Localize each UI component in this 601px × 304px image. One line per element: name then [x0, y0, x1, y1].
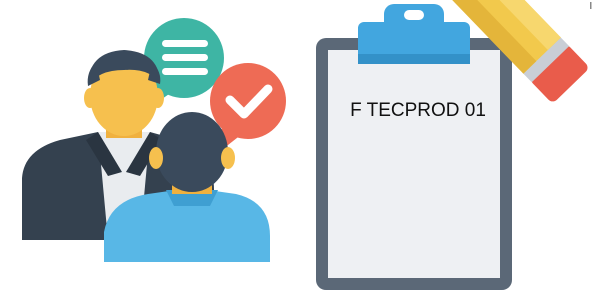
illustration: F TECPROD 01: [22, 0, 592, 290]
clipboard-icon: [316, 4, 512, 290]
clipboard-label: F TECPROD 01: [350, 100, 486, 121]
corner-mark: [590, 2, 592, 9]
conversation-people-icon: [22, 18, 286, 262]
